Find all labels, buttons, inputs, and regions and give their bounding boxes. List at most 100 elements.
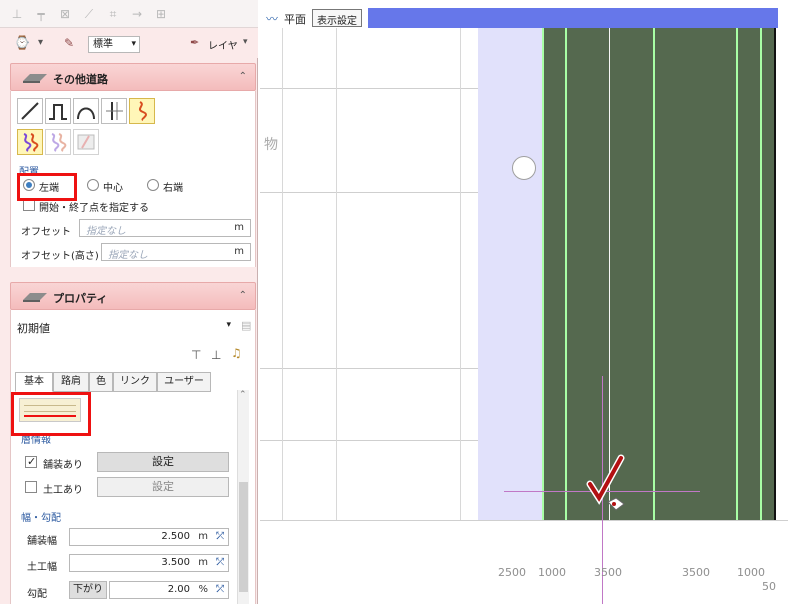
ruler-label: 2500 (498, 566, 526, 579)
straight-line-tool[interactable] (17, 98, 43, 124)
earth-width-field[interactable]: 3.500 m ⤱ (69, 554, 229, 572)
road-edge-line (565, 28, 567, 520)
display-settings-button[interactable]: 表示設定 (312, 9, 362, 27)
tab-shoulder[interactable]: 路肩 (53, 372, 89, 392)
plan-view-icon: 〰 (266, 12, 279, 26)
stamp-icon[interactable]: ⊥ (211, 348, 221, 362)
earthwork-checkbox[interactable] (25, 481, 37, 493)
check-cursor-icon (586, 454, 625, 511)
collapse-icon[interactable]: ⌃ (239, 71, 247, 82)
double-curve-disabled-tool[interactable] (45, 129, 71, 155)
top-toolbar: ⊥ ┯ ⊠ ⟋ ⌗ → ⊞ (0, 0, 258, 28)
slope-unit: % (198, 584, 208, 595)
earth-width-label: 土工幅 (27, 562, 57, 573)
mode-dropdown[interactable]: 標準 ▾ (88, 36, 140, 53)
table-icon[interactable]: ⊞ (154, 7, 168, 21)
pick-icon[interactable]: ⤱ (216, 531, 224, 542)
arc-tool-icon (77, 107, 95, 120)
secondary-toolbar: ⌚ ▾ ✎ 標準 ▾ ✒ レイヤ ▾ (0, 28, 258, 58)
line-tool-icon (21, 102, 39, 120)
highlight-left-end-option (17, 173, 77, 201)
curve-tool[interactable] (129, 98, 155, 124)
width-slope-label: 幅・勾配 (21, 513, 61, 524)
slope-field[interactable]: 2.00 % ⤱ (109, 581, 229, 599)
pen-icon[interactable]: ✎ (64, 36, 74, 50)
plan-canvas[interactable]: 物 2500 1000 3500 3500 1000 50 (260, 28, 788, 604)
ruler-label: 3500 (682, 566, 710, 579)
grid-line (460, 28, 461, 520)
placement-center-label[interactable]: 中心 (103, 179, 123, 194)
grid-line (260, 368, 478, 369)
paved-label[interactable]: 舗装あり (43, 456, 83, 471)
road-property-icon (23, 293, 47, 302)
grid-icon[interactable]: ⌗ (106, 7, 120, 21)
ruler-label: 1000 (538, 566, 566, 579)
path-tool[interactable] (45, 98, 71, 124)
grid-line (260, 440, 478, 441)
offset-tool[interactable] (101, 98, 127, 124)
paved-width-field[interactable]: 2.500 m ⤱ (69, 528, 229, 546)
layer-button[interactable]: レイヤ (208, 37, 238, 52)
pick-icon[interactable]: ⤱ (216, 584, 224, 595)
double-curve-disabled-icon (51, 133, 67, 152)
section-header-property[interactable]: プロパティ ⌃ (10, 282, 256, 310)
road-shoulder-band (478, 28, 542, 520)
scroll-up-icon[interactable]: ⌃ (239, 390, 247, 400)
arc-tool[interactable] (73, 98, 99, 124)
slope-direction-button[interactable]: 下がり (69, 581, 107, 599)
tab-user[interactable]: ユーザー (157, 372, 211, 392)
scrollbar-thumb[interactable] (239, 482, 248, 592)
align-icon[interactable]: ┯ (34, 7, 48, 21)
tab-basic[interactable]: 基本 (15, 372, 53, 392)
line-icon[interactable]: ⟋ (82, 7, 96, 21)
preset-dropdown[interactable]: 初期値 ▾ (11, 318, 237, 338)
placement-center-radio[interactable] (87, 179, 99, 191)
memo-icon[interactable]: ▤ (241, 319, 251, 332)
paved-settings-button[interactable]: 設定 (97, 452, 229, 472)
grid-line (282, 28, 283, 520)
offset-tool-icon (106, 102, 123, 120)
boundary-line (774, 28, 776, 520)
curve-tool-icon (139, 101, 147, 121)
road-band (542, 28, 774, 520)
scrollbar[interactable]: ⌃ (237, 390, 249, 604)
bell-icon[interactable]: ♫ (231, 346, 242, 360)
arrow-icon[interactable]: → (130, 7, 144, 21)
offset-height-label: オフセット(高さ) (21, 251, 99, 262)
pin-icon[interactable]: ⊤ (191, 348, 201, 362)
ruler-label: 3500 (594, 566, 622, 579)
main-view: 〰 平面 表示設定 物 2500 1000 3500 3500 1000 50 (260, 0, 788, 604)
placement-right-label[interactable]: 右端 (163, 179, 183, 194)
offset-field[interactable]: 指定なし m (79, 219, 251, 237)
collapse-icon[interactable]: ⌃ (239, 290, 247, 301)
paved-checkbox[interactable] (25, 455, 37, 468)
tab-link[interactable]: リンク (113, 372, 157, 392)
grid-line (260, 520, 788, 521)
tab-color[interactable]: 色 (89, 372, 113, 392)
double-curve-icon (23, 133, 39, 152)
chevron-down-icon[interactable]: ▾ (38, 37, 43, 48)
snap-icon[interactable]: ⌚ (14, 36, 30, 51)
delete-icon[interactable]: ⊠ (58, 7, 72, 21)
wall-icon[interactable]: ⊥ (10, 7, 24, 21)
chevron-down-icon: ▾ (131, 39, 136, 49)
section-header-other-road[interactable]: その他道路 ⌃ (10, 63, 256, 91)
area-tool[interactable] (73, 129, 99, 155)
earth-width-value: 3.500 (161, 557, 190, 568)
offset-height-field[interactable]: 指定なし m (101, 243, 251, 261)
chevron-down-icon[interactable]: ▾ (243, 37, 248, 47)
paved-width-unit: m (198, 531, 208, 542)
pick-icon[interactable]: ⤱ (216, 557, 224, 568)
earthwork-label[interactable]: 土工あり (43, 481, 83, 496)
chevron-down-icon: ▾ (226, 320, 231, 330)
road-icon (23, 74, 47, 83)
start-end-label[interactable]: 開始・終了点を指定する (39, 199, 149, 214)
double-curve-tool[interactable] (17, 129, 43, 155)
earthwork-settings-button[interactable]: 設定 (97, 477, 229, 497)
view-name[interactable]: 平面 (284, 11, 306, 27)
offset-height-unit: m (234, 246, 244, 257)
placement-right-radio[interactable] (147, 179, 159, 191)
layer-icon[interactable]: ✒ (190, 36, 199, 49)
slope-label: 勾配 (27, 589, 47, 600)
circle-marker (512, 156, 536, 180)
